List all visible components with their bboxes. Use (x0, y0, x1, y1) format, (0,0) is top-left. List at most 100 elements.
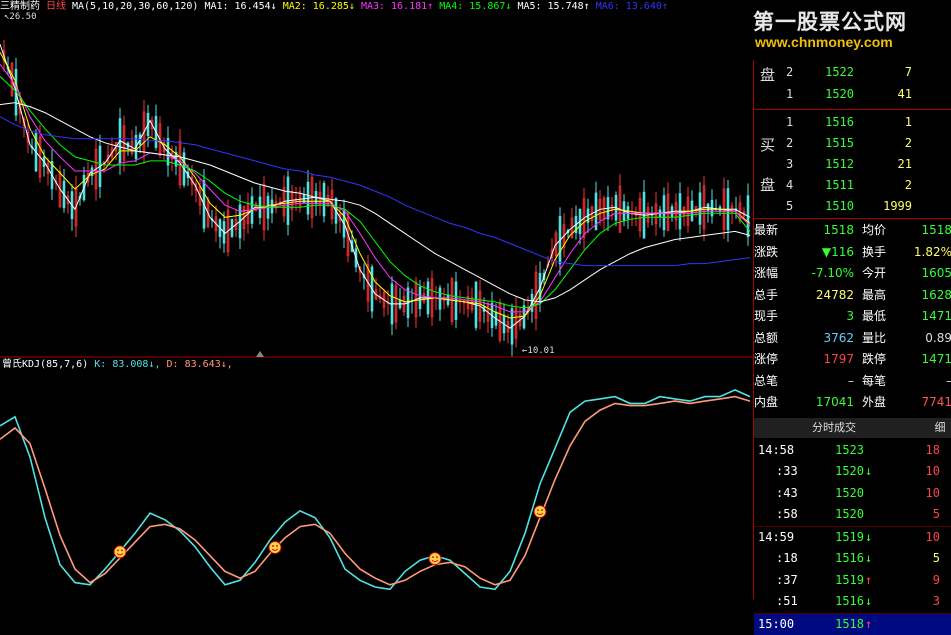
stat-row: 总手 24782 最高 1628 (754, 285, 951, 306)
bid-level: 1 (786, 115, 794, 129)
trade-row[interactable]: 14:59 1519 ↓ 10 (754, 527, 951, 548)
bid-row[interactable]: 5 1510 1999 (754, 196, 951, 217)
kdj-d-line (0, 395, 751, 586)
stat-value-2: 7741 (921, 395, 951, 409)
ma6-value: MA6: 13.640↑ (595, 1, 668, 12)
price-high-label: ↖26.50 (4, 12, 37, 22)
stat-row: 现手 3 最低 1471 (754, 306, 951, 327)
trade-time: 14:58 (758, 442, 795, 457)
ask-level: 2 (786, 65, 794, 79)
trade-price: 1519 (835, 572, 864, 587)
ask-level: 1 (786, 87, 794, 101)
trade-time: :18 (776, 551, 798, 565)
trade-price: 1516 (835, 594, 864, 608)
ask-row[interactable]: 2 1522 7 (754, 62, 951, 83)
scroll-marker (256, 351, 264, 357)
stat-label-2: 今开 (862, 266, 887, 280)
ask-volume: 7 (904, 65, 912, 79)
bid-row[interactable]: 2 1515 2 (754, 133, 951, 154)
trade-row[interactable]: 14:58 1523 18 (754, 440, 951, 461)
stat-label: 涨停 (754, 352, 779, 366)
stat-value-2: 0.89 (925, 330, 951, 345)
ask-row[interactable]: 1 1520 41 (754, 84, 951, 105)
ma-header: 三精制药 日线 MA(5,10,20,30,60,120) MA1: 16.454↓ M… (0, 0, 680, 14)
ma1-value: MA1: 16.454↓ (204, 1, 277, 12)
buy-signal-smiley-icon (533, 505, 547, 519)
stat-value: 3762 (823, 330, 854, 345)
ask-volume: 41 (897, 87, 912, 101)
trade-volume: 18 (925, 442, 940, 457)
stat-label: 内盘 (754, 395, 779, 409)
buy-signal-smiley-icon (268, 540, 282, 554)
trade-price: 1520 (835, 464, 864, 478)
stat-row: 总额 3762 量比 0.89 (754, 328, 951, 349)
trade-time: 14:59 (758, 529, 795, 544)
bid-level: 3 (786, 157, 794, 171)
ask-price: 1522 (825, 65, 854, 79)
watermark-title: 第一股票公式网 (753, 10, 907, 34)
trade-volume: 9 (932, 572, 940, 587)
panel-divider (754, 109, 951, 110)
trades-tab-bar[interactable]: 分时成交 细 (754, 417, 951, 438)
ma-params: MA(5,10,20,30,60,120) (72, 1, 199, 12)
stat-label-2: 外盘 (862, 395, 887, 409)
stat-value: ▼116 (821, 244, 854, 259)
ask-price: 1520 (825, 87, 854, 101)
chart-area[interactable]: 三精制药 日线 MA(5,10,20,30,60,120) MA1: 16.454↓ M… (0, 0, 753, 599)
bid-price: 1510 (825, 199, 854, 213)
bid-row[interactable]: 1 1516 1 (754, 112, 951, 133)
stat-value-2: 1471 (921, 352, 951, 366)
watermark-url: www.chnmoney.com (755, 34, 893, 50)
stat-value: 1518 (823, 223, 854, 237)
trade-price: 1516 (835, 551, 864, 565)
trade-row[interactable]: :43 1520 10 (754, 483, 951, 504)
indicator-name[interactable]: 曾氏KDJ(85,7,6) (2, 359, 88, 370)
bid-row[interactable]: 3 1512 21 (754, 154, 951, 175)
ma4-value: MA4: 15.867↓ (439, 1, 512, 12)
bid-volume: 1999 (883, 199, 912, 213)
bid-level: 5 (786, 199, 794, 213)
bid-price: 1515 (825, 136, 854, 150)
trade-row[interactable]: :58 1520 5 (754, 504, 951, 525)
stat-label: 总笔 (754, 373, 779, 388)
stat-label: 涨幅 (754, 266, 779, 280)
stat-value-2: 1471 (921, 309, 951, 323)
trade-time: :37 (776, 572, 798, 587)
ma-ma2-line (0, 51, 751, 319)
bid-volume: 2 (904, 178, 912, 192)
stat-label: 涨跌 (754, 244, 779, 259)
stat-label: 现手 (754, 309, 779, 323)
price-low-value: 10.01 (527, 346, 555, 356)
stock-name: 三精制药 (0, 1, 40, 12)
trade-volume: 5 (932, 551, 940, 565)
stat-value-2: 1605 (921, 266, 951, 280)
stat-value: 1797 (823, 352, 854, 366)
ma-values: MA1: 16.454↓ MA2: 16.285↓ MA3: 16.181↑ MA4:… (204, 1, 674, 12)
trade-row[interactable]: :37 1519 ↑ 9 (754, 570, 951, 591)
trade-direction-icon: ↓ (865, 594, 873, 608)
trade-row[interactable]: :33 1520 ↓ 10 (754, 461, 951, 482)
bid-volume: 1 (904, 115, 912, 129)
bid-row[interactable]: 4 1511 2 (754, 175, 951, 196)
trade-row[interactable]: 15:00 1518 ↑ (754, 613, 951, 635)
trade-volume: 10 (925, 464, 940, 478)
chart-svg[interactable] (0, 0, 753, 599)
stat-value-2: 1518 (921, 223, 951, 237)
buy-signal-smiley-icon (113, 545, 127, 559)
kdj-k-line (0, 389, 751, 591)
trade-direction-icon: ↑ (865, 616, 873, 631)
trade-row[interactable]: :18 1516 ↓ 5 (754, 548, 951, 569)
trade-direction-icon: ↑ (865, 572, 873, 587)
stat-value-2: 1.82% (913, 244, 951, 259)
stat-row: 涨跌 ▼116 换手 1.82% (754, 242, 951, 263)
stat-label: 总手 (754, 287, 779, 302)
period-label[interactable]: 日线 (46, 1, 66, 12)
bid-price: 1512 (825, 157, 854, 171)
stat-row: 涨幅 -7.10% 今开 1605 (754, 263, 951, 284)
trade-row[interactable]: :51 1516 ↓ 3 (754, 591, 951, 612)
trade-volume: 3 (932, 594, 940, 608)
stat-label: 最新 (754, 223, 779, 237)
stat-row: 涨停 1797 跌停 1471 (754, 349, 951, 370)
stat-value: 24782 (815, 287, 854, 302)
buy-signal-smiley-icon (428, 552, 442, 566)
